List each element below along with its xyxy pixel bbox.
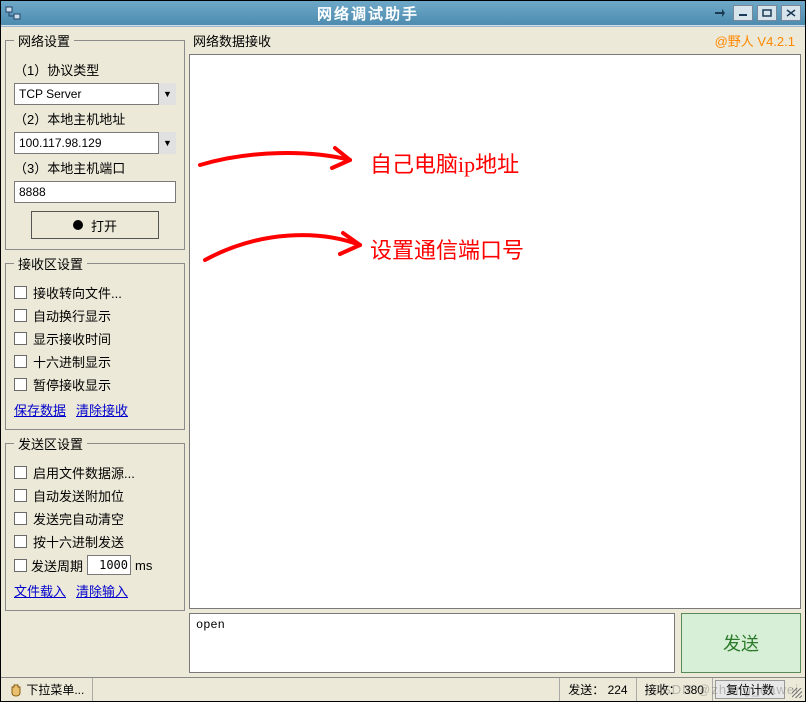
checkbox-icon[interactable] (14, 332, 27, 345)
annotation-arrows (190, 55, 790, 315)
send-settings-group: 发送区设置 启用文件数据源... 自动发送附加位 发送完自动清空 按十六进制发送… (5, 434, 185, 611)
recv-header: 网络数据接收 @野人 V4.2.1 (189, 31, 801, 50)
save-data-link[interactable]: 保存数据 (14, 400, 66, 419)
host-input[interactable] (14, 132, 176, 154)
checkbox-icon[interactable] (14, 355, 27, 368)
port-input[interactable] (14, 181, 176, 203)
host-label: （2）本地主机地址 (14, 109, 176, 128)
status-menu[interactable]: 下拉菜单... (1, 678, 93, 701)
checkbox-icon[interactable] (14, 559, 27, 572)
recv-opt-1[interactable]: 自动换行显示 (14, 306, 176, 325)
window-title: 网络调试助手 (25, 3, 711, 24)
recv-opt-0[interactable]: 接收转向文件... (14, 283, 176, 302)
recv-opt-4[interactable]: 暂停接收显示 (14, 375, 176, 394)
close-button[interactable] (781, 5, 801, 21)
network-legend: 网络设置 (14, 31, 74, 50)
send-opt-0[interactable]: 启用文件数据源... (14, 463, 176, 482)
send-button[interactable]: 发送 (681, 613, 801, 673)
status-dot-icon (73, 220, 83, 230)
checkbox-icon[interactable] (14, 535, 27, 548)
status-tx: 发送： 224 (560, 678, 636, 701)
app-window: 网络调试助手 网络设置 （1）协议类型 ▼ （2）本地主机地址 (0, 0, 806, 702)
send-textarea[interactable]: open (189, 613, 675, 673)
send-legend: 发送区设置 (14, 434, 87, 453)
checkbox-icon[interactable] (14, 489, 27, 502)
client-area: 网络设置 （1）协议类型 ▼ （2）本地主机地址 ▼ （3）本地主机端口 打开 (1, 27, 805, 677)
send-opt-3[interactable]: 按十六进制发送 (14, 532, 176, 551)
app-icon (1, 5, 25, 21)
recv-opt-3[interactable]: 十六进制显示 (14, 352, 176, 371)
recv-legend: 接收区设置 (14, 254, 87, 273)
chevron-down-icon: ▼ (158, 83, 176, 105)
recv-title: 网络数据接收 (189, 31, 271, 50)
protocol-value[interactable] (14, 83, 176, 105)
hand-icon (9, 683, 23, 697)
right-column: 网络数据接收 @野人 V4.2.1 自己电脑ip地址 设置通信端口号 open … (189, 31, 801, 673)
send-opt-1[interactable]: 自动发送附加位 (14, 486, 176, 505)
recv-opt-2[interactable]: 显示接收时间 (14, 329, 176, 348)
left-column: 网络设置 （1）协议类型 ▼ （2）本地主机地址 ▼ （3）本地主机端口 打开 (5, 31, 185, 673)
period-input[interactable] (87, 555, 131, 575)
minimize-button[interactable] (733, 5, 753, 21)
send-opt-period[interactable]: 发送周期 ms (14, 555, 176, 575)
checkbox-icon[interactable] (14, 378, 27, 391)
maximize-button[interactable] (757, 5, 777, 21)
status-spacer (93, 678, 560, 701)
load-file-link[interactable]: 文件载入 (14, 581, 66, 600)
brand-label: @野人 V4.2.1 (715, 31, 801, 50)
clear-recv-link[interactable]: 清除接收 (76, 400, 128, 419)
clear-input-link[interactable]: 清除输入 (76, 581, 128, 600)
open-button[interactable]: 打开 (31, 211, 159, 239)
host-select[interactable]: ▼ (14, 132, 176, 154)
recv-settings-group: 接收区设置 接收转向文件... 自动换行显示 显示接收时间 十六进制显示 暂停接… (5, 254, 185, 430)
recv-textarea[interactable]: 自己电脑ip地址 设置通信端口号 (189, 54, 801, 609)
network-settings-group: 网络设置 （1）协议类型 ▼ （2）本地主机地址 ▼ （3）本地主机端口 打开 (5, 31, 185, 250)
watermark: CSDN @zhang_dawei (652, 682, 799, 697)
checkbox-icon[interactable] (14, 309, 27, 322)
chevron-down-icon: ▼ (158, 132, 176, 154)
pin-icon[interactable] (711, 4, 729, 22)
send-opt-2[interactable]: 发送完自动清空 (14, 509, 176, 528)
send-row: open 发送 (189, 613, 801, 673)
checkbox-icon[interactable] (14, 512, 27, 525)
open-button-label: 打开 (91, 216, 117, 235)
protocol-select[interactable]: ▼ (14, 83, 176, 105)
checkbox-icon[interactable] (14, 466, 27, 479)
titlebar: 网络调试助手 (1, 1, 805, 25)
port-label: （3）本地主机端口 (14, 158, 176, 177)
protocol-label: （1）协议类型 (14, 60, 176, 79)
checkbox-icon[interactable] (14, 286, 27, 299)
